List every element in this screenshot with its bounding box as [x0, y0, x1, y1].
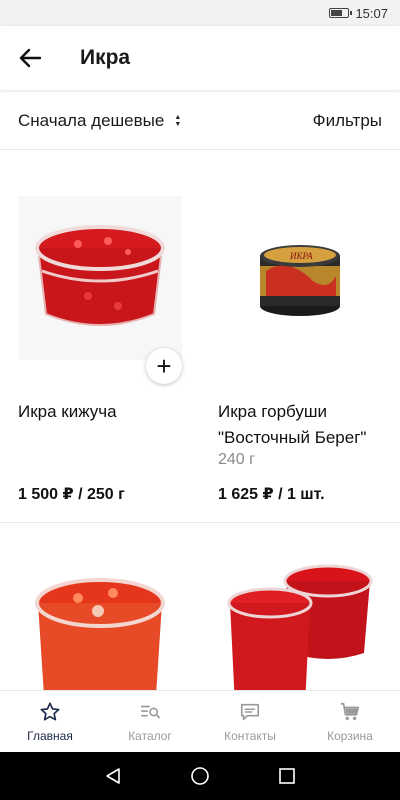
nav-label: Главная	[27, 728, 73, 743]
product-card[interactable]: + Икра кижуча 1 500 ₽ / 250 г	[0, 151, 200, 522]
back-button[interactable]	[0, 26, 60, 90]
cart-icon	[340, 702, 360, 720]
sort-dropdown[interactable]: Сначала дешевые ▲ ▼	[18, 111, 181, 131]
product-name: Икра кижуча	[18, 402, 117, 421]
back-triangle-icon[interactable]	[104, 767, 122, 785]
plus-icon: +	[156, 351, 172, 381]
nav-label: Контакты	[224, 728, 276, 743]
product-grid: + Икра кижуча 1 500 ₽ / 250 г ИКРА Икра …	[0, 151, 400, 727]
status-time: 15:07	[355, 5, 388, 21]
product-price: 1 625 ₽ / 1 шт.	[218, 486, 325, 503]
recents-square-icon[interactable]	[278, 767, 296, 785]
product-card[interactable]: ИКРА Икра горбуши "Восточный Берег" 240 …	[200, 151, 400, 522]
sort-bar: Сначала дешевые ▲ ▼ Фильтры	[0, 92, 400, 150]
product-name: Икра горбуши "Восточный Берег"	[218, 402, 367, 447]
product-image	[18, 196, 182, 360]
nav-item-cart[interactable]: Корзина	[300, 691, 400, 752]
sort-arrows-icon: ▲ ▼	[174, 113, 182, 128]
catalog-icon	[140, 705, 160, 718]
bottom-nav: Главная Каталог Контакты Корзина	[0, 690, 400, 752]
system-nav-bar	[0, 752, 400, 800]
product-price: 1 500 ₽ / 250 г	[18, 486, 125, 503]
filters-button[interactable]: Фильтры	[313, 111, 382, 131]
star-icon	[40, 701, 60, 721]
add-to-cart-button[interactable]: +	[146, 348, 182, 384]
product-image: ИКРА	[218, 196, 382, 360]
nav-label: Корзина	[327, 728, 373, 743]
status-bar: 15:07	[0, 0, 400, 26]
product-row: + Икра кижуча 1 500 ₽ / 250 г ИКРА Икра …	[0, 151, 400, 523]
nav-item-catalog[interactable]: Каталог	[100, 691, 200, 752]
nav-label: Каталог	[128, 728, 172, 743]
sort-label: Сначала дешевые	[18, 110, 165, 130]
home-circle-icon[interactable]	[190, 766, 210, 786]
arrow-left-icon	[19, 48, 41, 68]
svg-text:ИКРА: ИКРА	[289, 251, 313, 261]
battery-icon	[329, 8, 353, 18]
page-title: Икра	[80, 46, 131, 69]
nav-item-contacts[interactable]: Контакты	[200, 691, 300, 752]
product-weight: 240 г	[218, 451, 255, 468]
app-bar: Икра	[0, 26, 400, 90]
chat-icon	[240, 703, 260, 720]
nav-item-home[interactable]: Главная	[0, 691, 100, 752]
